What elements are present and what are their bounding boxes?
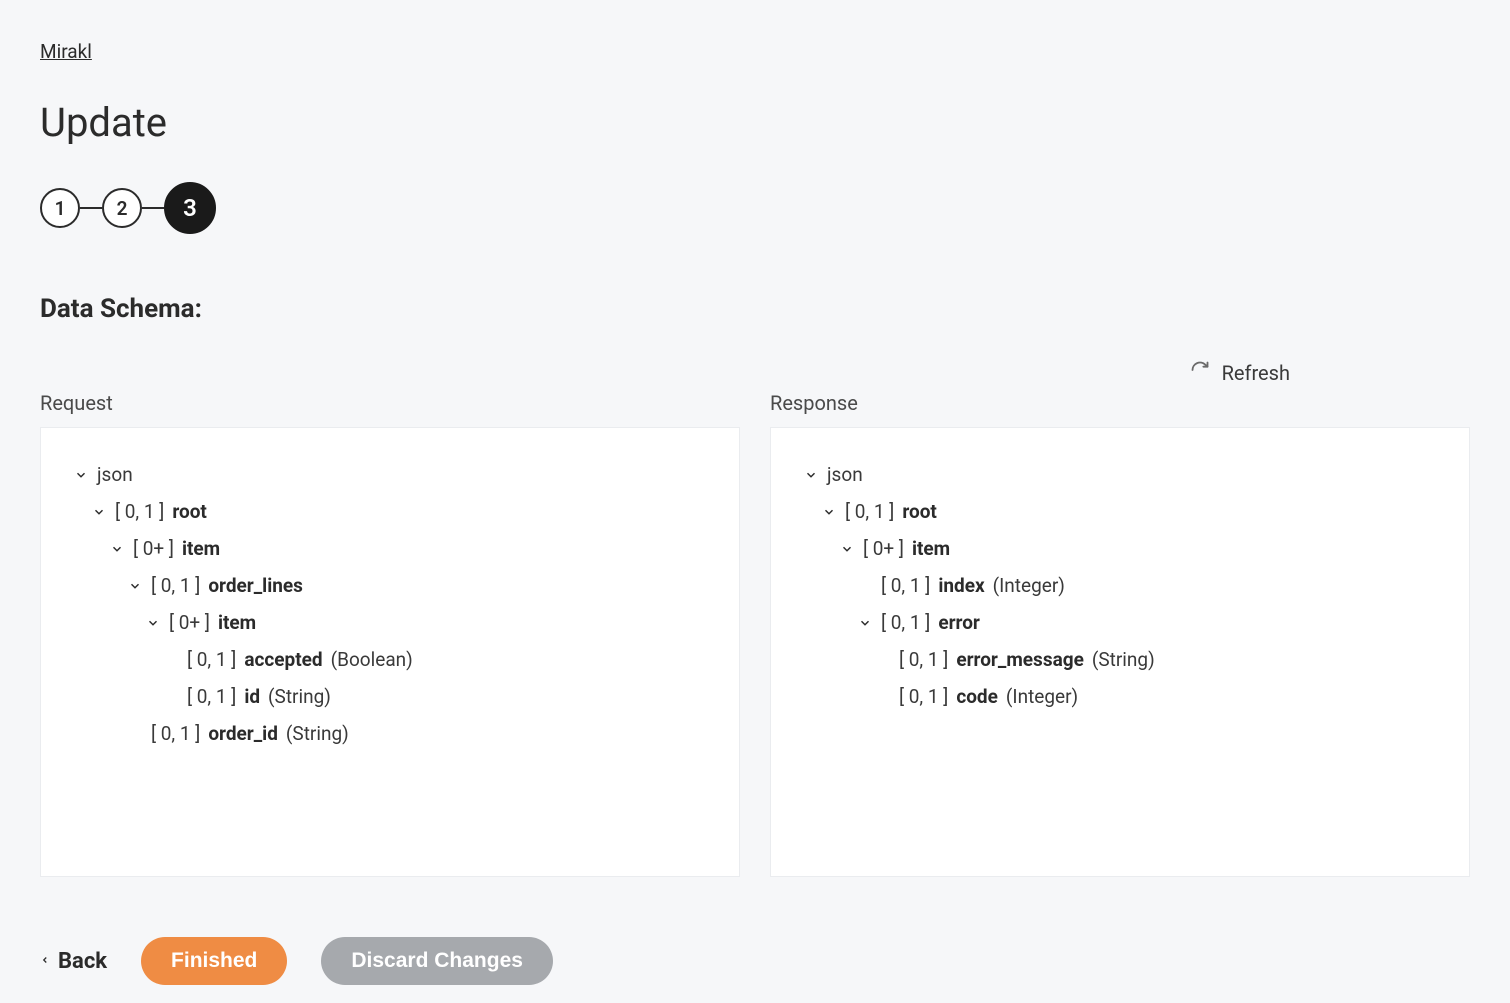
- stepper: 1 2 3: [40, 182, 1470, 234]
- section-title: Data Schema:: [40, 294, 1470, 324]
- back-button[interactable]: Back: [40, 949, 107, 974]
- chevron-down-icon: [839, 541, 855, 557]
- response-schema-panel: json [ 0, 1 ] root [ 0+ ] item [ 0, 1 ] …: [770, 427, 1470, 877]
- breadcrumb-link[interactable]: Mirakl: [40, 40, 92, 63]
- tree-node-id[interactable]: [ 0, 1 ] id (String): [73, 678, 707, 715]
- finished-button[interactable]: Finished: [141, 937, 287, 985]
- chevron-down-icon: [857, 615, 873, 631]
- discard-changes-button[interactable]: Discard Changes: [321, 937, 553, 985]
- tree-node-order-id[interactable]: [ 0, 1 ] order_id (String): [73, 715, 707, 752]
- tree-node-code[interactable]: [ 0, 1 ] code (Integer): [803, 678, 1437, 715]
- chevron-down-icon: [91, 504, 107, 520]
- tree-node-order-lines[interactable]: [ 0, 1 ] order_lines: [73, 567, 707, 604]
- chevron-down-icon: [145, 615, 161, 631]
- tree-node-index[interactable]: [ 0, 1 ] index (Integer): [803, 567, 1437, 604]
- refresh-button[interactable]: Refresh: [1190, 360, 1290, 385]
- tree-node-json[interactable]: json: [73, 456, 707, 493]
- step-connector: [80, 207, 102, 209]
- refresh-label: Refresh: [1222, 361, 1290, 385]
- chevron-down-icon: [73, 467, 89, 483]
- tree-node-item[interactable]: [ 0+ ] item: [73, 530, 707, 567]
- request-schema-panel: json [ 0, 1 ] root [ 0+ ] item [ 0, 1 ] …: [40, 427, 740, 877]
- page-title: Update: [40, 99, 1470, 146]
- tree-node-accepted[interactable]: [ 0, 1 ] accepted (Boolean): [73, 641, 707, 678]
- tree-node-item[interactable]: [ 0+ ] item: [73, 604, 707, 641]
- request-label: Request: [40, 391, 740, 415]
- tree-node-error[interactable]: [ 0, 1 ] error: [803, 604, 1437, 641]
- tree-node-root[interactable]: [ 0, 1 ] root: [803, 493, 1437, 530]
- refresh-icon: [1190, 360, 1210, 385]
- chevron-down-icon: [821, 504, 837, 520]
- chevron-down-icon: [109, 541, 125, 557]
- step-2[interactable]: 2: [102, 188, 142, 228]
- chevron-down-icon: [127, 578, 143, 594]
- response-label: Response: [770, 391, 1470, 415]
- chevron-down-icon: [803, 467, 819, 483]
- step-connector: [142, 207, 164, 209]
- tree-node-root[interactable]: [ 0, 1 ] root: [73, 493, 707, 530]
- chevron-left-icon: [40, 949, 50, 974]
- tree-node-item[interactable]: [ 0+ ] item: [803, 530, 1437, 567]
- step-3[interactable]: 3: [164, 182, 216, 234]
- tree-node-error-message[interactable]: [ 0, 1 ] error_message (String): [803, 641, 1437, 678]
- tree-node-json[interactable]: json: [803, 456, 1437, 493]
- step-1[interactable]: 1: [40, 188, 80, 228]
